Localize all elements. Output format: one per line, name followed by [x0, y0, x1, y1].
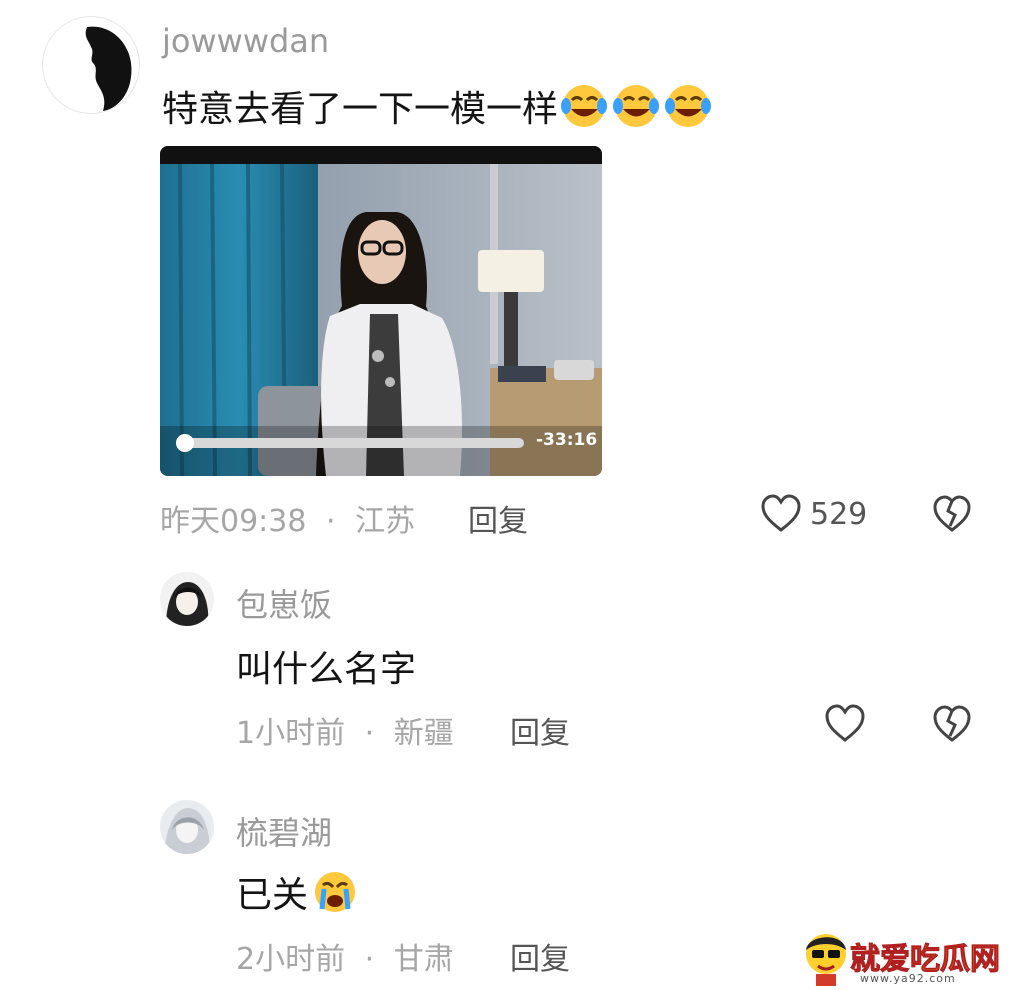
reply-text-wrap: 已关 — [236, 866, 358, 918]
anime-avatar-icon — [160, 572, 214, 626]
heart-icon — [825, 704, 865, 742]
silhouette-avatar-icon — [85, 26, 132, 112]
anime-avatar-icon — [160, 800, 214, 854]
comment-text: 特意去看了一下一模一样 — [162, 80, 716, 132]
reply-location: 新疆 — [393, 716, 454, 751]
crying-emoji — [312, 869, 358, 915]
video-progress-bar[interactable] — [176, 434, 524, 452]
separator-dot: · — [364, 716, 375, 751]
cartoon-mascot-icon — [806, 934, 846, 986]
broken-heart-icon — [933, 495, 971, 532]
comment-meta: 昨天09:38 · 江苏 — [160, 496, 415, 540]
avatar[interactable] — [42, 16, 140, 114]
comment-username[interactable]: jowwwdan — [162, 22, 329, 60]
rofl-emoji — [560, 82, 716, 130]
reply-text: 叫什么名字 — [236, 649, 417, 690]
comment-location: 江苏 — [355, 504, 416, 539]
like-button[interactable]: 529 — [760, 494, 867, 534]
dislike-button[interactable] — [932, 704, 972, 748]
reply-button[interactable]: 回复 — [510, 708, 570, 752]
comment-time: 昨天09:38 — [160, 504, 307, 539]
reply-meta: 1小时前 · 新疆 — [236, 708, 454, 752]
separator-dot: · — [364, 942, 375, 977]
like-button[interactable] — [824, 704, 866, 748]
reply-meta: 2小时前 · 甘肃 — [236, 934, 454, 978]
reply-button[interactable]: 回复 — [468, 496, 528, 540]
video-player[interactable]: -33:16 — [160, 146, 602, 476]
video-duration: -33:16 — [536, 430, 598, 450]
like-count: 529 — [810, 496, 868, 532]
video-thumbnail — [160, 146, 602, 476]
reply-username[interactable]: 包崽饭 — [236, 580, 332, 626]
reply-time: 2小时前 — [236, 942, 346, 977]
watermark: 就爱吃瓜网 www.ya92.com — [800, 928, 1022, 988]
reply-button[interactable]: 回复 — [510, 934, 570, 978]
broken-heart-icon — [933, 705, 971, 742]
heart-icon — [761, 494, 801, 532]
separator-dot: · — [326, 504, 336, 539]
dislike-button[interactable] — [932, 494, 972, 538]
comment-text-body: 特意去看了一下一模一样 — [162, 89, 559, 130]
watermark-url: www.ya92.com — [860, 972, 956, 985]
reply-avatar[interactable] — [160, 800, 214, 854]
reply-username[interactable]: 梳碧湖 — [236, 808, 332, 854]
reply-time: 1小时前 — [236, 716, 346, 751]
reply-location: 甘肃 — [393, 942, 454, 977]
reply-avatar[interactable] — [160, 572, 214, 626]
reply-text: 已关 — [236, 875, 309, 916]
video-progress-handle[interactable] — [176, 434, 194, 452]
